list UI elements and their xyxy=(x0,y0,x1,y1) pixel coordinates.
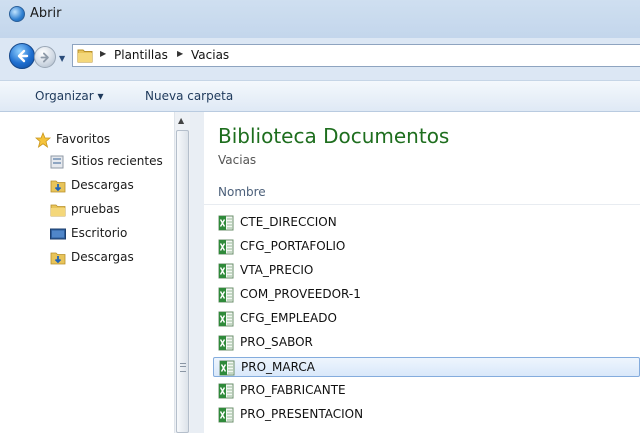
excel-file-icon xyxy=(218,383,234,399)
scroll-up-icon[interactable]: ▲ xyxy=(178,116,184,125)
file-row[interactable]: PRO_SABOR xyxy=(213,333,640,353)
file-row[interactable]: PRO_MARCA xyxy=(213,357,640,377)
file-row[interactable]: PRO_FABRICANTE xyxy=(213,381,640,401)
address-bar[interactable]: ▶ Plantillas ▶ Vacias xyxy=(72,44,640,67)
back-button[interactable] xyxy=(9,43,35,69)
excel-file-icon xyxy=(218,311,234,327)
downloads-folder-icon xyxy=(50,252,66,265)
back-arrow-icon xyxy=(17,49,29,63)
file-name: CFG_EMPLEADO xyxy=(240,311,337,325)
pane-divider[interactable] xyxy=(190,112,204,433)
nav-favorites[interactable]: Favoritos xyxy=(35,130,185,150)
file-row[interactable]: CTE_DIRECCION xyxy=(213,213,640,233)
command-bar: Organizar ▾ Nueva carpeta xyxy=(0,80,640,112)
column-divider xyxy=(204,204,640,205)
star-icon xyxy=(35,132,51,148)
file-name: PRO_MARCA xyxy=(241,360,315,374)
breadcrumb-separator-icon[interactable]: ▶ xyxy=(177,49,183,58)
grip-icon xyxy=(180,363,186,372)
history-dropdown-icon[interactable]: ▼ xyxy=(59,54,65,63)
navigation-row: ▼ ▶ Plantillas ▶ Vacias xyxy=(0,38,640,72)
app-globe-icon xyxy=(9,6,25,22)
new-folder-button[interactable]: Nueva carpeta xyxy=(145,89,233,103)
nav-item-label: Descargas xyxy=(71,250,134,264)
nav-item-label: Escritorio xyxy=(71,226,128,240)
file-row[interactable]: COM_PROVEEDOR-1 xyxy=(213,285,640,305)
breadcrumb-vacias[interactable]: Vacias xyxy=(191,48,229,62)
window-title: Abrir xyxy=(30,6,62,21)
navigation-pane: Favoritos Sitios recientes Descargas pru… xyxy=(0,112,190,433)
file-row[interactable]: CFG_PORTAFOLIO xyxy=(213,237,640,257)
file-name: CTE_DIRECCION xyxy=(240,215,337,229)
library-title: Biblioteca Documentos xyxy=(218,124,450,148)
file-name: PRO_SABOR xyxy=(240,335,313,349)
file-name: COM_PROVEEDOR-1 xyxy=(240,287,361,301)
breadcrumb-separator-icon[interactable]: ▶ xyxy=(100,49,106,58)
forward-button[interactable] xyxy=(34,46,56,68)
excel-file-icon xyxy=(218,335,234,351)
nav-item-label: Descargas xyxy=(71,178,134,192)
file-name: VTA_PRECIO xyxy=(240,263,314,277)
file-name: PRO_PRESENTACION xyxy=(240,407,364,421)
title-bar: Abrir xyxy=(0,0,640,38)
file-name: CFG_PORTAFOLIO xyxy=(240,239,346,253)
column-header-name[interactable]: Nombre xyxy=(218,185,266,199)
nav-favorites-label: Favoritos xyxy=(56,132,111,146)
organize-button[interactable]: Organizar ▾ xyxy=(35,89,104,103)
file-row[interactable]: VTA_PRECIO xyxy=(213,261,640,281)
nav-scrollbar[interactable]: ▲ xyxy=(174,112,190,433)
nav-item-label: Sitios recientes xyxy=(71,154,163,168)
excel-file-icon xyxy=(219,360,235,376)
file-row[interactable]: PRO_PRESENTACION xyxy=(213,405,640,425)
folder-icon xyxy=(77,49,93,63)
breadcrumb-plantillas[interactable]: Plantillas xyxy=(114,48,168,62)
scroll-thumb[interactable] xyxy=(176,130,189,433)
recent-places-icon xyxy=(50,155,64,169)
downloads-folder-icon xyxy=(50,180,66,193)
excel-file-icon xyxy=(218,287,234,303)
excel-file-icon xyxy=(218,407,234,423)
excel-file-icon xyxy=(218,239,234,255)
forward-arrow-icon xyxy=(40,52,49,63)
folder-icon xyxy=(50,204,66,217)
file-name: PRO_FABRICANTE xyxy=(240,383,346,397)
nav-item-label: pruebas xyxy=(71,202,120,216)
excel-file-icon xyxy=(218,215,234,231)
desktop-icon xyxy=(50,228,66,240)
excel-file-icon xyxy=(218,263,234,279)
file-row[interactable]: CFG_EMPLEADO xyxy=(213,309,640,329)
library-subtitle: Vacias xyxy=(218,153,257,167)
file-list-pane: Biblioteca Documentos Vacias Nombre CTE_… xyxy=(204,112,640,433)
